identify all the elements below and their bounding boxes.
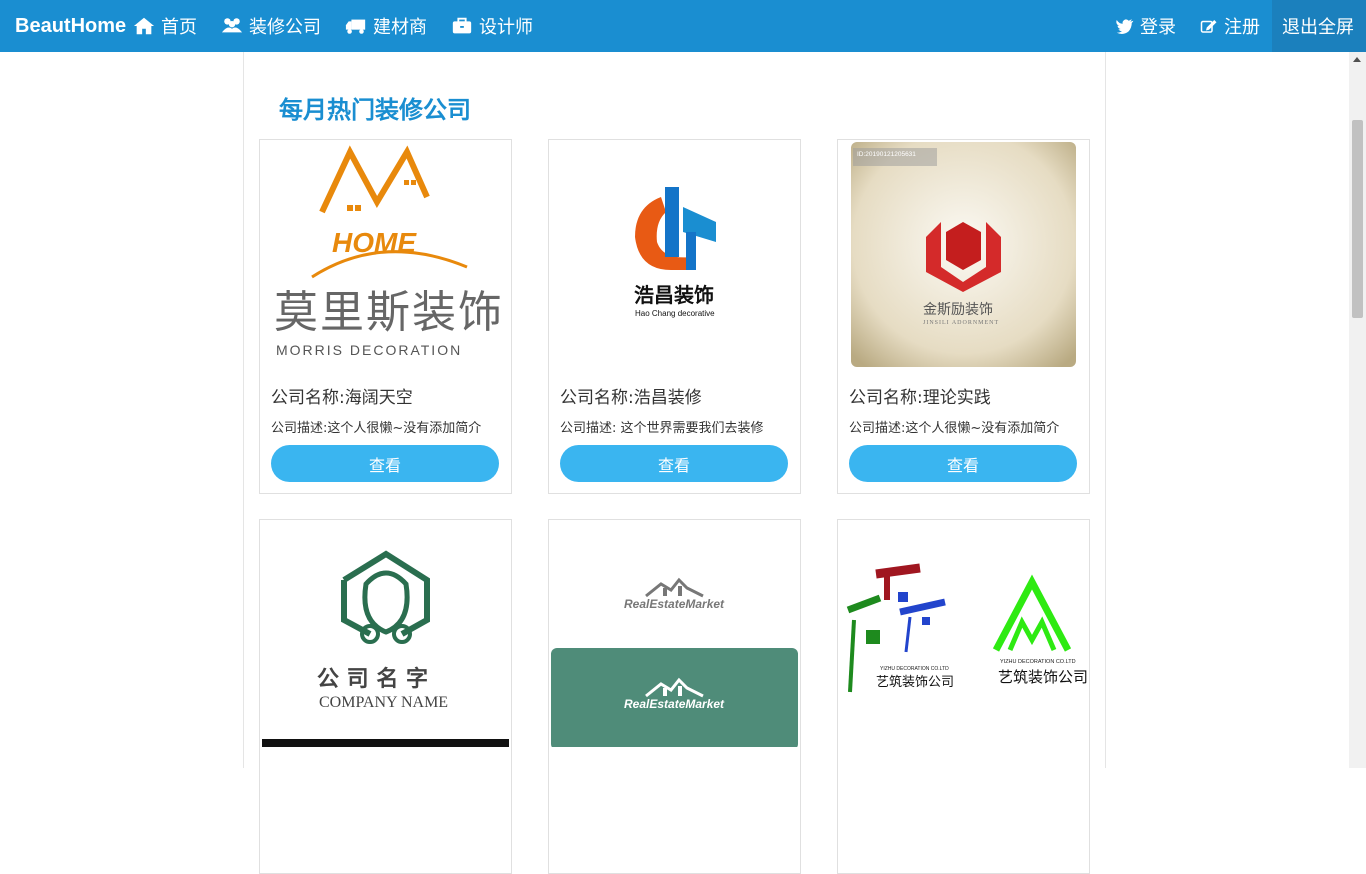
exit-fullscreen-button[interactable]: 退出全屏 [1272, 0, 1366, 52]
exit-fullscreen-label: 退出全屏 [1282, 17, 1354, 38]
nav-label-designers: 设计师 [479, 17, 533, 38]
logo-sub-text: Hao Chang decorative [635, 309, 715, 318]
logo-main-text: 艺筑装饰公司 [876, 674, 954, 690]
top-navbar: BeautHome 首页 装修公司 建材商 设计师 登录 注册 退出全屏 [0, 0, 1366, 52]
logo-main-text: 金斯励装饰 [923, 302, 993, 318]
logo-sub-text-2: YIZHU DECORATION CO.LTD [1000, 659, 1076, 665]
company-logo-image[interactable]: HOME 莫里斯装饰 MORRIS DECORATION [262, 142, 509, 367]
company-logo-image[interactable]: 公 司 名 字 COMPANY NAME [262, 522, 509, 747]
register-link[interactable]: 注册 [1188, 0, 1272, 52]
logo-sub-text: JINSILI ADORNMENT [923, 320, 999, 326]
home-icon [133, 17, 155, 35]
twitter-icon [1116, 19, 1134, 34]
yizhu-logo-icon: YIZHU DECORATION CO.LTD 艺筑装饰公司 YIZHU DEC… [840, 522, 1087, 747]
section-title: 每月热门装修公司 [279, 96, 471, 124]
logo-sub-text: RealEstateMarket [624, 697, 725, 711]
company-name: 公司名称:浩昌装修 [560, 388, 702, 408]
real-estate-logo-icon: RealEstateMarket RealEstateMarket [551, 522, 798, 747]
haochang-logo-icon: 浩昌装饰 Hao Chang decorative [634, 187, 716, 318]
main-content: 每月热门装修公司 HOME 莫里斯装饰 MORRIS DECORATION 公司… [243, 52, 1106, 874]
nav-label-companies: 装修公司 [249, 17, 321, 38]
morris-logo-icon: HOME 莫里斯装饰 MORRIS DECORATION [274, 145, 504, 358]
company-name: 公司名称:海阔天空 [271, 388, 413, 408]
scrollbar-thumb[interactable] [1352, 120, 1363, 318]
company-card: ID:20190121205631 金斯励装饰 JINSILI ADORNMEN… [837, 139, 1090, 494]
jinsili-logo-icon: ID:20190121205631 金斯励装饰 JINSILI ADORNMEN… [851, 142, 1076, 367]
nav-label-materials: 建材商 [373, 17, 427, 38]
brand-logo[interactable]: BeautHome [0, 15, 133, 38]
view-button[interactable]: 查看 [849, 445, 1077, 482]
logo-main-text-2: 艺筑装饰公司 [998, 668, 1087, 686]
company-logo-image[interactable]: 浩昌装饰 Hao Chang decorative [551, 142, 798, 367]
company-description: 公司描述: 这个世界需要我们去装修 [560, 421, 764, 436]
company-logo-image[interactable]: RealEstateMarket RealEstateMarket [551, 522, 798, 747]
page-scrollbar[interactable] [1349, 52, 1366, 768]
logo-sub-text: MORRIS DECORATION [276, 342, 462, 358]
nav-item-companies[interactable]: 装修公司 [221, 0, 321, 52]
view-button[interactable]: 查看 [560, 445, 788, 482]
logo-main-text: 莫里斯装饰 [274, 287, 504, 338]
company-name: 公司名称:理论实践 [849, 388, 991, 408]
logo-sub-text: COMPANY NAME [319, 694, 448, 711]
nav-item-materials[interactable]: 建材商 [345, 0, 427, 52]
login-link[interactable]: 登录 [1104, 0, 1188, 52]
company-card: 公 司 名 字 COMPANY NAME [259, 519, 512, 874]
briefcase-icon [452, 17, 472, 34]
logo-sub-text: YIZHU DECORATION CO.LTD [880, 666, 949, 672]
truck-icon [345, 19, 366, 34]
logo-main-text: 浩昌装饰 [634, 283, 714, 307]
register-label: 注册 [1224, 17, 1260, 38]
company-description: 公司描述:这个人很懒~没有添加简介 [271, 421, 482, 436]
logo-main-text: 公 司 名 字 [317, 666, 428, 692]
company-card: RealEstateMarket RealEstateMarket [548, 519, 801, 874]
company-name-logo-icon: 公 司 名 字 COMPANY NAME [262, 522, 509, 747]
company-logo-image[interactable]: ID:20190121205631 金斯励装饰 JINSILI ADORNMEN… [851, 142, 1076, 367]
company-description: 公司描述:这个人很懒~没有添加简介 [849, 421, 1060, 436]
company-logo-image[interactable]: YIZHU DECORATION CO.LTD 艺筑装饰公司 YIZHU DEC… [840, 522, 1087, 747]
scroll-up-arrow-icon[interactable] [1353, 57, 1361, 62]
nav-item-home[interactable]: 首页 [133, 0, 197, 52]
company-card: HOME 莫里斯装饰 MORRIS DECORATION 公司名称:海阔天空 公… [259, 139, 512, 494]
users-icon [221, 18, 243, 33]
watermark-text: ID:20190121205631 [857, 151, 916, 158]
nav-item-designers[interactable]: 设计师 [451, 0, 533, 52]
edit-icon [1200, 20, 1217, 33]
view-button[interactable]: 查看 [271, 445, 499, 482]
login-label: 登录 [1140, 17, 1176, 38]
logo-main-text: RealEstateMarket [624, 597, 725, 611]
company-card: YIZHU DECORATION CO.LTD 艺筑装饰公司 YIZHU DEC… [837, 519, 1090, 874]
company-card: 浩昌装饰 Hao Chang decorative 公司名称:浩昌装修 公司描述… [548, 139, 801, 494]
nav-label-home: 首页 [161, 17, 197, 38]
